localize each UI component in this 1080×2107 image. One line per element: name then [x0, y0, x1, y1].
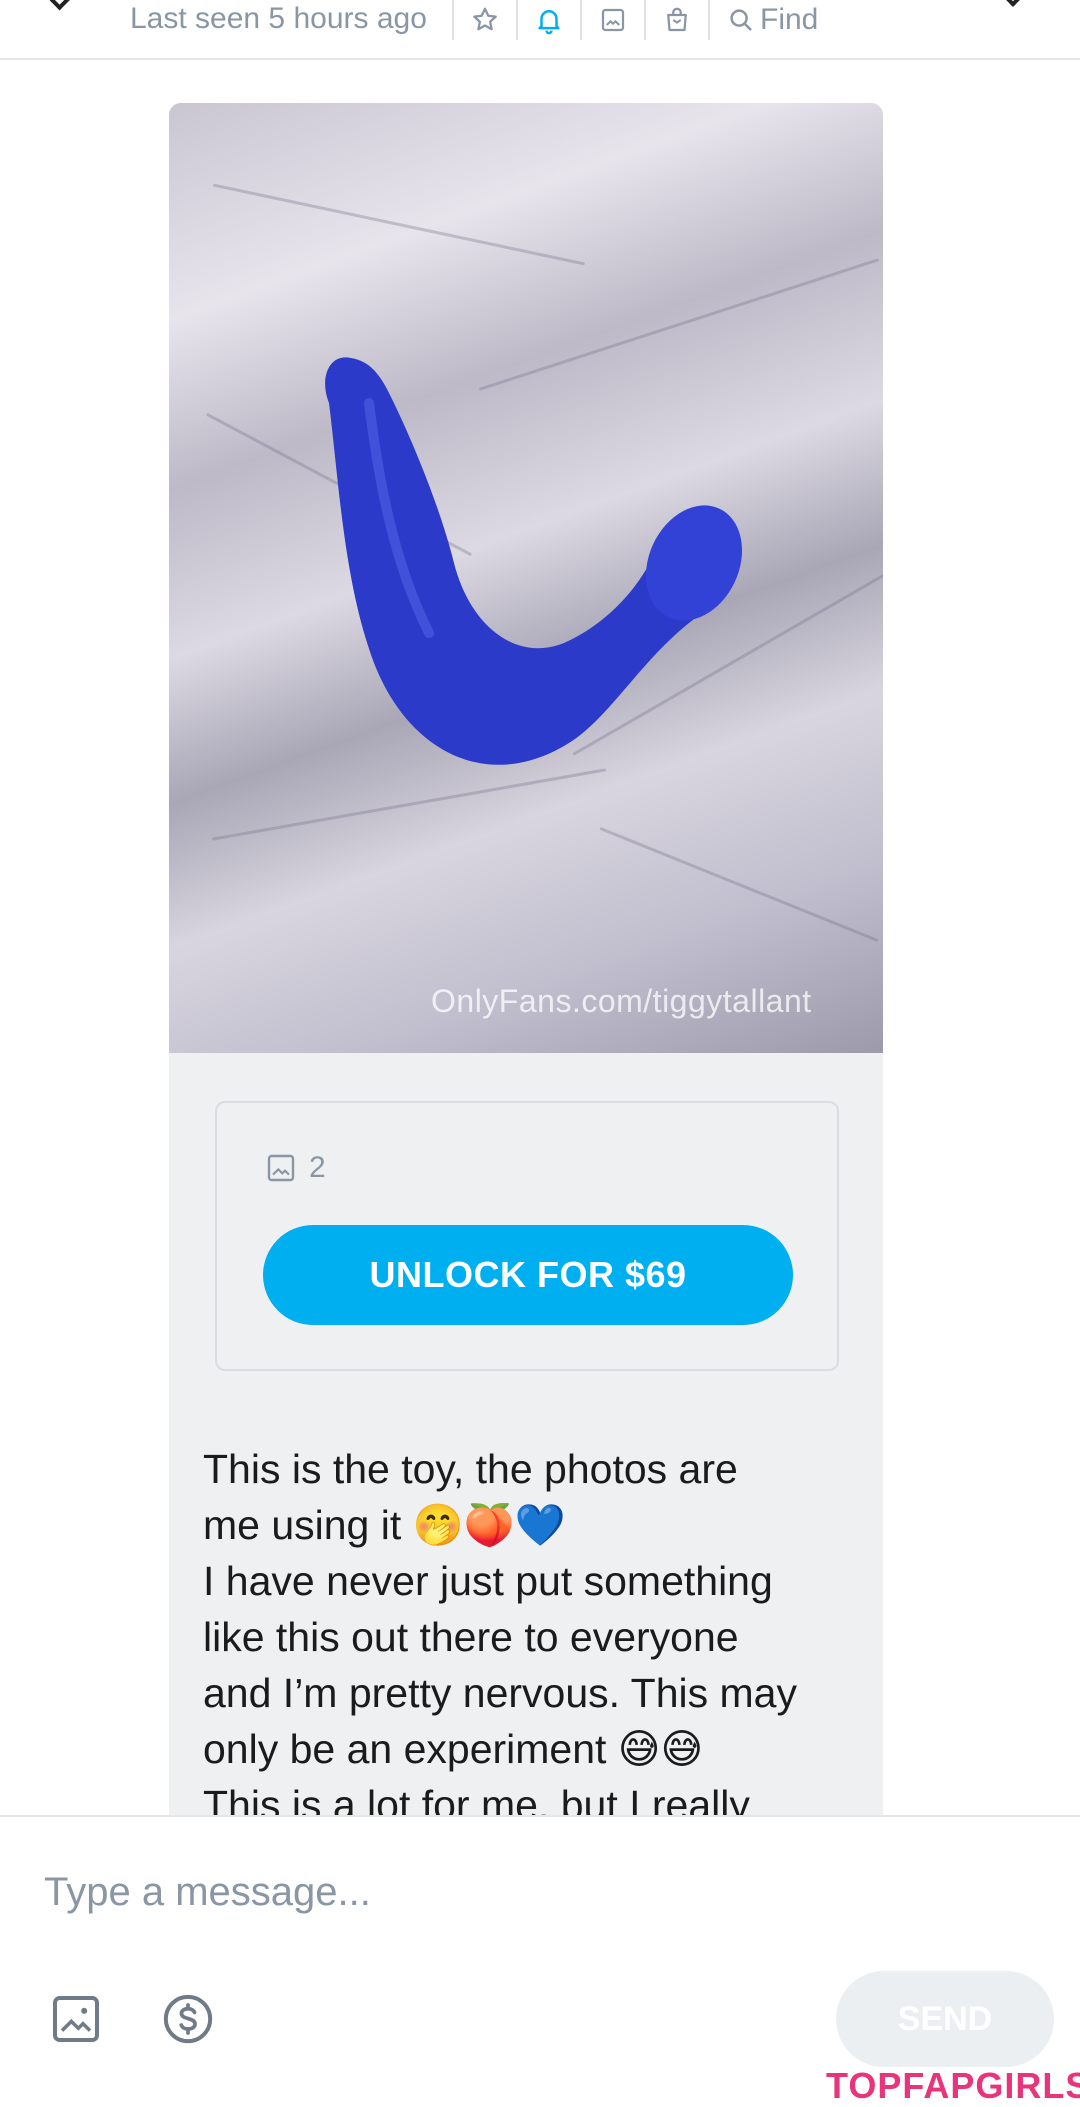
media-count-value: 2: [309, 1151, 326, 1184]
message-input[interactable]: [44, 1857, 944, 1927]
notifications-button[interactable]: [516, 0, 580, 40]
photo-watermark: OnlyFans.com/tiggytallant: [431, 983, 812, 1019]
message-photo[interactable]: OnlyFans.com/tiggytallant: [169, 103, 883, 1053]
media-count: 2: [265, 1151, 326, 1185]
media-gallery-button[interactable]: [580, 0, 644, 40]
message-composer: SEND TOPFAPGIRLS: [0, 1815, 1080, 2107]
chat-header: Last seen 5 hours ago Find: [0, 0, 1080, 60]
send-button[interactable]: SEND: [836, 1971, 1054, 2067]
last-seen-status: Last seen 5 hours ago: [130, 2, 427, 35]
more-chevron-icon[interactable]: [1003, 0, 1023, 7]
find-button[interactable]: Find: [708, 0, 818, 40]
image-icon: [267, 1154, 295, 1182]
attach-image-button[interactable]: [46, 1989, 106, 2049]
chat-screen: Last seen 5 hours ago Find OnlyFans.com/…: [0, 0, 1080, 2107]
purchases-button[interactable]: [644, 0, 708, 40]
product-photo-icon: [325, 357, 743, 765]
back-chevron-icon[interactable]: [49, 0, 73, 11]
image-icon: [601, 8, 625, 32]
search-icon: [730, 9, 752, 31]
unlock-button[interactable]: UNLOCK FOR $69: [263, 1225, 793, 1325]
find-label: Find: [760, 3, 819, 36]
shop-bag-icon: [667, 7, 687, 32]
chat-toolbar: Find: [452, 0, 818, 40]
bell-icon: [538, 10, 560, 35]
image-attach-icon: [53, 1996, 99, 2042]
send-tip-button[interactable]: [158, 1989, 218, 2049]
dollar-tip-icon: [163, 1994, 213, 2044]
paid-media-box: 2 UNLOCK FOR $69: [215, 1101, 839, 1371]
star-icon: [473, 7, 497, 31]
favorite-button[interactable]: [452, 0, 516, 40]
site-watermark: TOPFAPGIRLS: [826, 2065, 1080, 2106]
message-text: This is the toy, the photos are me using…: [203, 1446, 797, 1815]
message-bubble: OnlyFans.com/tiggytallant 2 UNLOCK FOR $…: [169, 103, 883, 1815]
